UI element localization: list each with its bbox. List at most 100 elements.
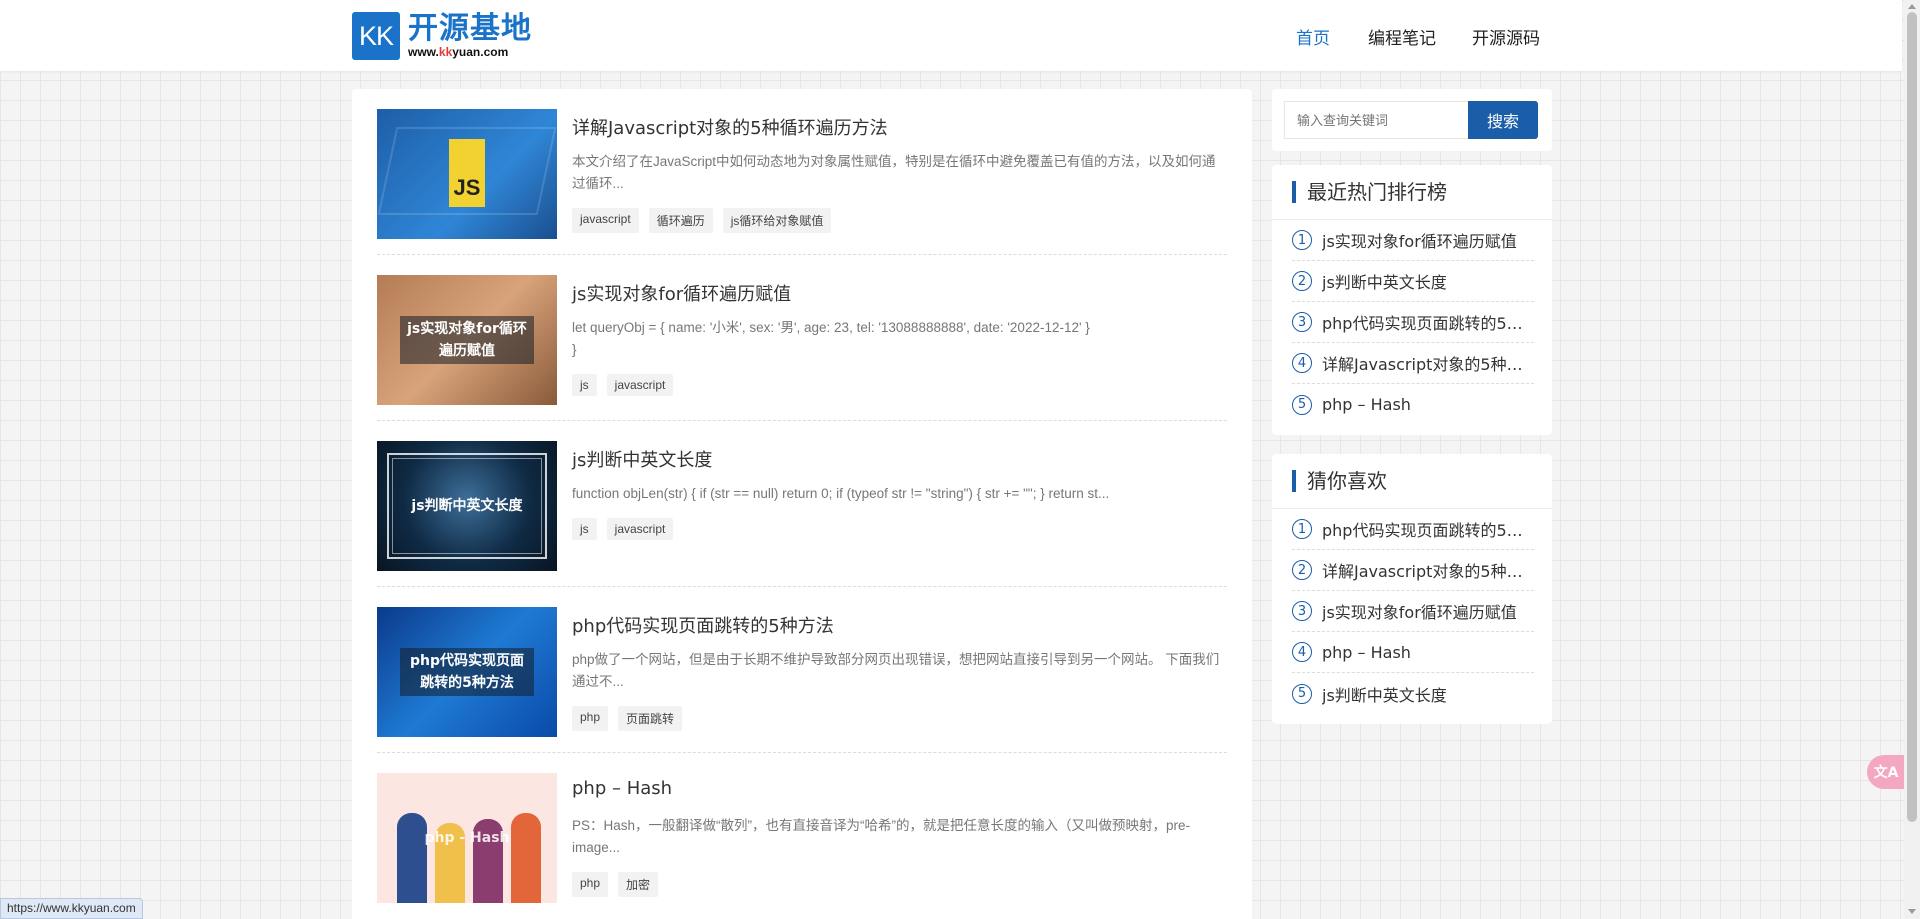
article-summary: function objLen(str) { if (str == null) … <box>572 486 1110 501</box>
article-title[interactable]: 详解Javascript对象的5种循环遍历方法 <box>572 114 888 140</box>
guess-like-panel: 猜你喜欢 1 php代码实现页面跳转的5种方法 2 详解Javascript对象的5… <box>1272 454 1552 724</box>
article-thumbnail[interactable]: JS <box>377 109 557 239</box>
tag[interactable]: javascript <box>606 374 674 396</box>
rank-number: 5 <box>1292 683 1312 704</box>
rank-item[interactable]: 1 php代码实现页面跳转的5种方法 <box>1292 509 1534 550</box>
rank-number: 2 <box>1292 271 1312 291</box>
article-thumbnail[interactable]: js实现对象for循环遍历赋值 <box>377 275 557 405</box>
nav-open-source[interactable]: 开源源码 <box>1472 24 1540 49</box>
scroll-down-icon[interactable] <box>1908 909 1916 914</box>
rank-link[interactable]: php – Hash <box>1322 395 1411 414</box>
article-summary: 本文介绍了在JavaScript中如何动态地为对象属性赋值，特别是在循环中避免覆… <box>572 154 1216 191</box>
article-thumbnail[interactable]: php - Hash <box>377 773 557 903</box>
article-summary: let queryObj = { name: '小米', sex: '男', a… <box>572 320 1090 357</box>
article-tags: js javascript <box>572 518 683 540</box>
rank-item[interactable]: 3 js实现对象for循环遍历赋值 <box>1292 591 1534 632</box>
rank-number: 4 <box>1292 353 1312 373</box>
nav-programming-notes[interactable]: 编程笔记 <box>1368 24 1436 49</box>
status-bar-url: https://www.kkyuan.com <box>0 898 143 919</box>
article-item: JS 详解Javascript对象的5种循环遍历方法 本文介绍了在JavaScr… <box>377 89 1227 255</box>
thumbnail-caption: js实现对象for循环遍历赋值 <box>400 316 534 364</box>
search-box: 搜索 <box>1272 89 1552 151</box>
rank-link[interactable]: js实现对象for循环遍历赋值 <box>1322 228 1517 252</box>
tag[interactable]: php <box>572 872 609 897</box>
article-title[interactable]: js判断中英文长度 <box>572 446 712 472</box>
logo-url: www.kkyuan.com <box>408 45 532 59</box>
rank-item[interactable]: 1 js实现对象for循环遍历赋值 <box>1292 220 1534 261</box>
rank-number: 1 <box>1292 519 1312 539</box>
tag[interactable]: 循环遍历 <box>648 208 713 233</box>
article-summary: PS：Hash，一般翻译做“散列”，也有直接音译为“哈希”的，就是把任意长度的输… <box>572 818 1191 855</box>
article-item: js判断中英文长度 js判断中英文长度 function objLen(str)… <box>377 421 1227 587</box>
rank-link[interactable]: js实现对象for循环遍历赋值 <box>1322 599 1517 623</box>
tag[interactable]: js <box>572 374 597 396</box>
rank-item[interactable]: 5 js判断中英文长度 <box>1292 673 1534 714</box>
rank-link[interactable]: js判断中英文长度 <box>1322 682 1447 706</box>
scrollbar-thumb[interactable] <box>1907 12 1917 822</box>
hot-ranking-title: 最近热门排行榜 <box>1292 181 1447 203</box>
translate-icon[interactable]: 文A <box>1867 755 1905 789</box>
rank-link[interactable]: 详解Javascript对象的5种循环遍历方法 <box>1322 351 1534 375</box>
rank-link[interactable]: 详解Javascript对象的5种循环遍历方法 <box>1322 558 1534 582</box>
tag[interactable]: js循环给对象赋值 <box>722 208 832 233</box>
site-logo[interactable]: KK 开源基地 www.kkyuan.com <box>352 12 532 60</box>
logo-title: 开源基地 <box>408 11 532 46</box>
scroll-up-icon[interactable] <box>1908 4 1916 9</box>
rank-number: 3 <box>1292 312 1312 332</box>
guess-like-title: 猜你喜欢 <box>1292 470 1387 492</box>
rank-link[interactable]: js判断中英文长度 <box>1322 269 1447 293</box>
nav-home[interactable]: 首页 <box>1296 24 1330 49</box>
site-header: KK 开源基地 www.kkyuan.com 首页 编程笔记 开源源码 <box>0 0 1902 71</box>
rank-link[interactable]: php代码实现页面跳转的5种方法 <box>1322 310 1534 334</box>
article-title[interactable]: php – Hash <box>572 778 672 799</box>
article-title[interactable]: js实现对象for循环遍历赋值 <box>572 280 791 306</box>
hot-ranking-panel: 最近热门排行榜 1 js实现对象for循环遍历赋值 2 js判断中英文长度 3 php… <box>1272 165 1552 435</box>
rank-item[interactable]: 2 js判断中英文长度 <box>1292 261 1534 302</box>
search-input[interactable] <box>1284 101 1468 139</box>
article-thumbnail[interactable]: php代码实现页面跳转的5种方法 <box>377 607 557 737</box>
tag[interactable]: 页面跳转 <box>618 706 683 731</box>
rank-number: 5 <box>1292 394 1312 415</box>
article-summary-text: let queryObj = { name: '小米', sex: '男', a… <box>572 320 1090 335</box>
logo-url-kk: kk <box>438 45 453 59</box>
rank-number: 3 <box>1292 601 1312 621</box>
logo-url-suffix: yuan.com <box>452 45 509 59</box>
hot-ranking-list: 1 js实现对象for循环遍历赋值 2 js判断中英文长度 3 php代码实现页面跳转… <box>1292 220 1534 425</box>
rank-item[interactable]: 4 详解Javascript对象的5种循环遍历方法 <box>1292 343 1534 384</box>
thumbnail-caption: js判断中英文长度 <box>411 498 523 514</box>
article-item: js实现对象for循环遍历赋值 js实现对象for循环遍历赋值 let quer… <box>377 255 1227 421</box>
thumbnail-caption: php - Hash <box>424 830 510 846</box>
article-tags: js javascript <box>572 374 683 396</box>
article-tags: php 页面跳转 <box>572 706 692 731</box>
tag[interactable]: javascript <box>572 208 639 233</box>
article-tags: javascript 循环遍历 js循环给对象赋值 <box>572 208 841 233</box>
page-scrollbar[interactable] <box>1904 0 1920 919</box>
logo-badge: KK <box>352 12 400 60</box>
rank-number: 2 <box>1292 560 1312 580</box>
logo-url-prefix: www. <box>408 45 439 59</box>
search-button[interactable]: 搜索 <box>1468 101 1538 139</box>
rank-item[interactable]: 5 php – Hash <box>1292 384 1534 425</box>
tag[interactable]: php <box>572 706 609 731</box>
article-title[interactable]: php代码实现页面跳转的5种方法 <box>572 612 834 638</box>
rank-link[interactable]: php代码实现页面跳转的5种方法 <box>1322 517 1534 541</box>
article-thumbnail[interactable]: js判断中英文长度 <box>377 441 557 571</box>
article-tags: php 加密 <box>572 872 668 897</box>
article-item: php - Hash php – Hash PS：Hash，一般翻译做“散列”，… <box>377 753 1227 919</box>
rank-number: 4 <box>1292 642 1312 662</box>
tag[interactable]: 加密 <box>618 872 659 897</box>
rank-item[interactable]: 2 详解Javascript对象的5种循环遍历方法 <box>1292 550 1534 591</box>
rank-number: 1 <box>1292 230 1312 250</box>
js-logo-icon: JS <box>449 139 485 207</box>
tag[interactable]: js <box>572 518 597 540</box>
rank-item[interactable]: 4 php – Hash <box>1292 632 1534 673</box>
rank-item[interactable]: 3 php代码实现页面跳转的5种方法 <box>1292 302 1534 343</box>
guess-like-list: 1 php代码实现页面跳转的5种方法 2 详解Javascript对象的5种循环遍历… <box>1292 509 1534 714</box>
tag[interactable]: javascript <box>606 518 674 540</box>
article-item: php代码实现页面跳转的5种方法 php代码实现页面跳转的5种方法 php做了一… <box>377 587 1227 753</box>
article-list: JS 详解Javascript对象的5种循环遍历方法 本文介绍了在JavaScr… <box>352 89 1252 919</box>
rank-link[interactable]: php – Hash <box>1322 643 1411 662</box>
logo-text: 开源基地 www.kkyuan.com <box>408 11 532 60</box>
article-summary: php做了一个网站，但是由于长期不维护导致部分网页出现错误，想把网站直接引导到另… <box>572 652 1220 689</box>
thumbnail-caption: php代码实现页面跳转的5种方法 <box>400 648 534 696</box>
